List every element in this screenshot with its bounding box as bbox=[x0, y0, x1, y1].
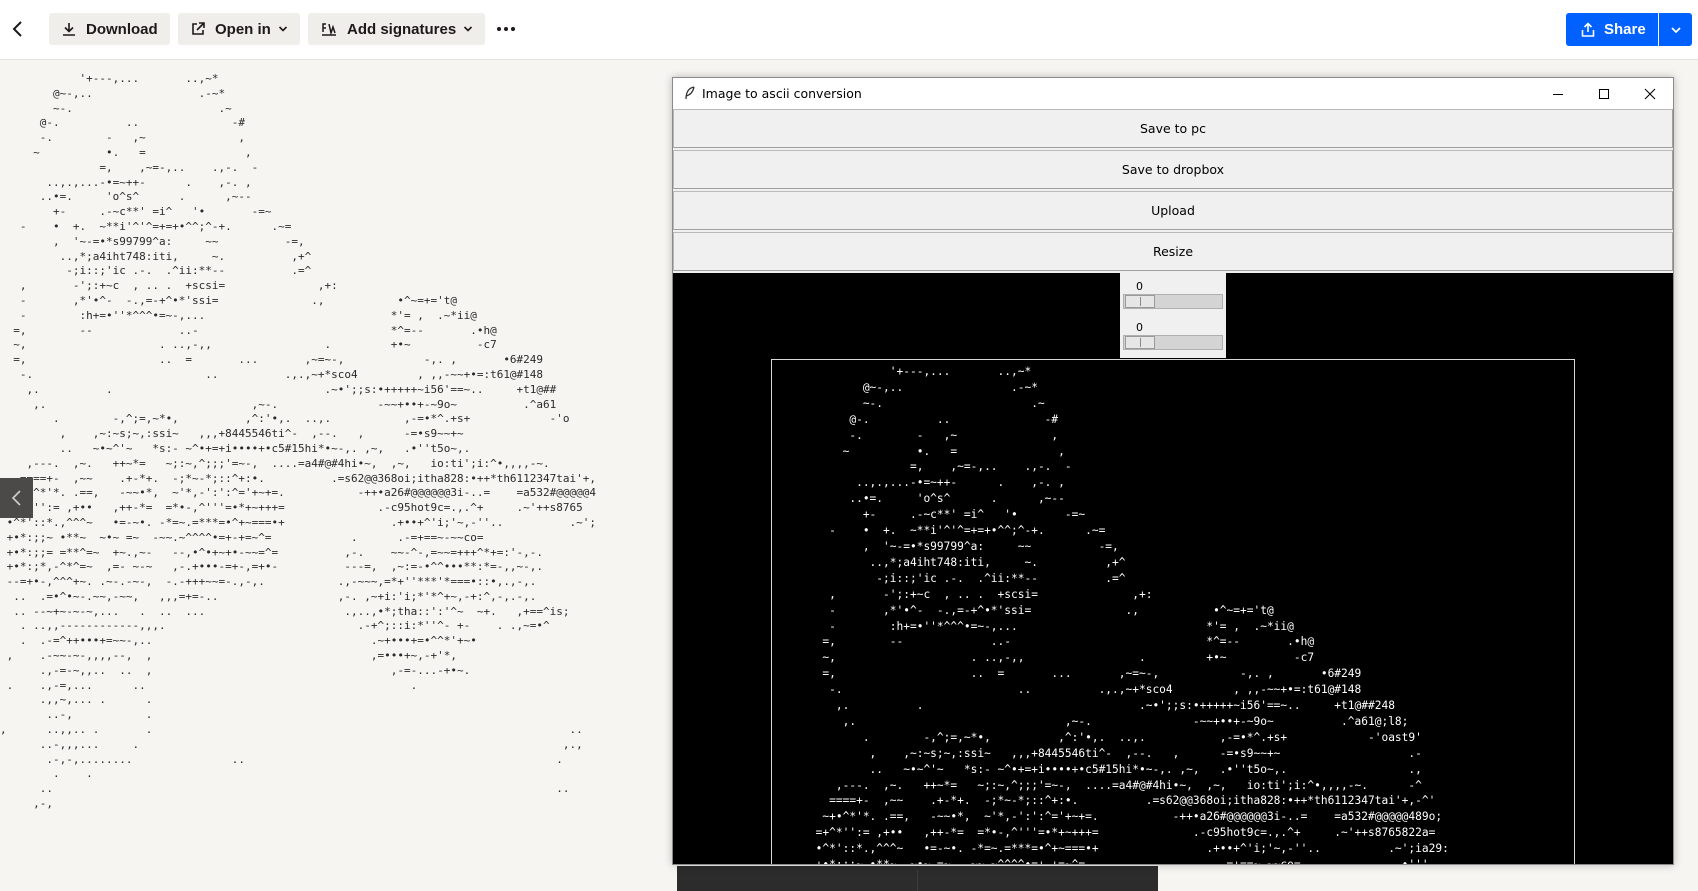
resize-sliders: 0 0 bbox=[1120, 273, 1226, 358]
more-dot-icon bbox=[497, 27, 501, 31]
save-to-dropbox-button[interactable]: Save to dropbox bbox=[673, 150, 1673, 189]
ascii-converter-window: Image to ascii conversion Save to pc Sav… bbox=[672, 77, 1674, 865]
save-to-pc-button[interactable]: Save to pc bbox=[673, 109, 1673, 148]
download-icon bbox=[63, 23, 75, 36]
window-title: Image to ascii conversion bbox=[702, 86, 862, 101]
close-button[interactable] bbox=[1627, 78, 1673, 109]
share-button[interactable]: Share bbox=[1566, 13, 1658, 46]
top-toolbar: Download Open in Add signatures Share bbox=[0, 0, 1698, 60]
more-options-button[interactable] bbox=[494, 18, 518, 40]
open-in-label: Open in bbox=[215, 20, 271, 38]
share-label: Share bbox=[1604, 21, 1646, 38]
document-ascii-preview: '+---,... ..,~* @~-,.. .-~* ~-. .~ @-. .… bbox=[0, 72, 597, 811]
maximize-icon bbox=[1599, 88, 1609, 99]
back-button[interactable] bbox=[8, 17, 28, 41]
download-button[interactable]: Download bbox=[49, 13, 170, 45]
add-signatures-label: Add signatures bbox=[347, 20, 457, 38]
upload-button[interactable]: Upload bbox=[673, 191, 1673, 230]
open-in-button[interactable]: Open in bbox=[178, 13, 300, 45]
external-link-icon bbox=[192, 22, 205, 35]
slider-handle[interactable] bbox=[1125, 295, 1155, 308]
maximize-button[interactable] bbox=[1581, 78, 1627, 109]
height-slider[interactable] bbox=[1123, 335, 1223, 350]
chevron-left-icon bbox=[12, 21, 22, 37]
slider-handle[interactable] bbox=[1125, 336, 1155, 349]
slider-value: 0 bbox=[1136, 321, 1143, 334]
download-label: Download bbox=[86, 20, 158, 38]
previous-page-button[interactable] bbox=[0, 478, 33, 518]
slider-value: 0 bbox=[1136, 280, 1143, 293]
minimize-icon bbox=[1553, 93, 1563, 95]
width-slider[interactable] bbox=[1123, 294, 1223, 309]
chevron-down-icon bbox=[464, 26, 473, 32]
divider bbox=[917, 870, 918, 891]
feather-icon bbox=[685, 86, 695, 100]
bottom-panel bbox=[677, 866, 1158, 891]
chevron-left-icon bbox=[11, 490, 21, 506]
signature-icon bbox=[322, 23, 336, 36]
minimize-button[interactable] bbox=[1535, 78, 1581, 109]
chevron-down-icon bbox=[1670, 26, 1681, 33]
close-icon bbox=[1644, 88, 1656, 99]
ascii-output-frame: '+---,... ..,~* @~-,.. .-~* ~-. .~ @-. .… bbox=[771, 359, 1575, 864]
add-signatures-button[interactable]: Add signatures bbox=[308, 13, 486, 45]
ascii-output-text: '+---,... ..,~* @~-,.. .-~* ~-. .~ @-. .… bbox=[815, 365, 1449, 864]
window-titlebar: Image to ascii conversion bbox=[673, 78, 1673, 109]
more-dot-icon bbox=[504, 27, 508, 31]
ascii-canvas: 0 0 '+---,... ..,~* @~-,.. .-~* ~-. .~ @ bbox=[673, 273, 1673, 864]
resize-button[interactable]: Resize bbox=[673, 232, 1673, 271]
share-icon bbox=[1581, 21, 1595, 37]
more-dot-icon bbox=[511, 27, 515, 31]
share-dropdown-button[interactable] bbox=[1659, 13, 1692, 46]
chevron-down-icon bbox=[278, 26, 287, 32]
